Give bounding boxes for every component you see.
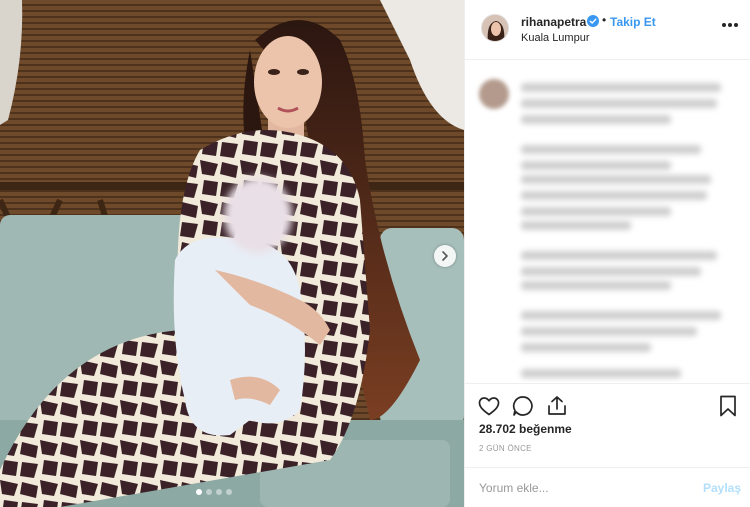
post-photo-image xyxy=(0,0,464,507)
blurred-commenter-avatar xyxy=(479,79,509,109)
carousel-dot xyxy=(206,489,212,495)
post-timestamp[interactable]: 2 GÜN ÖNCE xyxy=(479,444,532,453)
carousel-dot xyxy=(216,489,222,495)
post-comment-button[interactable]: Paylaş xyxy=(703,481,741,495)
blurred-text-line xyxy=(521,369,681,378)
blurred-text-line xyxy=(521,281,671,290)
likes-count[interactable]: 28.702 beğenme xyxy=(479,422,572,436)
carousel-next-button[interactable] xyxy=(434,245,456,267)
avatar-image xyxy=(482,15,508,41)
blurred-text-line xyxy=(521,115,671,124)
blurred-text-line xyxy=(521,221,631,230)
more-options-icon[interactable] xyxy=(722,22,738,28)
follow-button[interactable]: Takip Et xyxy=(610,15,656,29)
blurred-text-line xyxy=(521,267,701,276)
blurred-text-line xyxy=(521,83,721,92)
chevron-right-icon xyxy=(442,251,448,261)
comment-icon[interactable] xyxy=(511,394,535,418)
post-side-panel: rihanapetra • Takip Et Kuala Lumpur 28.7… xyxy=(464,0,750,507)
avatar[interactable] xyxy=(481,14,509,42)
verified-badge-icon xyxy=(587,15,599,27)
carousel-dots xyxy=(196,489,232,495)
location-link[interactable]: Kuala Lumpur xyxy=(521,32,590,44)
comment-bar: Paylaş xyxy=(465,467,750,507)
blurred-text-line xyxy=(521,99,717,108)
blurred-text-line xyxy=(521,175,711,184)
bookmark-icon[interactable] xyxy=(716,394,740,418)
blurred-text-line xyxy=(521,343,651,352)
comment-input[interactable] xyxy=(479,478,679,498)
blurred-text-line xyxy=(521,251,717,260)
blurred-text-line xyxy=(521,327,697,336)
blurred-text-line xyxy=(521,207,671,216)
carousel-dot xyxy=(196,489,202,495)
post-photo[interactable] xyxy=(0,0,464,507)
caption-comments-area xyxy=(465,61,750,382)
blurred-text-line xyxy=(521,191,707,200)
header-separator: • xyxy=(602,13,607,27)
heart-icon[interactable] xyxy=(477,394,501,418)
blurred-text-line xyxy=(521,145,701,154)
blurred-text-line xyxy=(521,311,721,320)
username[interactable]: rihanapetra xyxy=(521,15,586,29)
blurred-text-line xyxy=(521,161,671,170)
post-header: rihanapetra • Takip Et Kuala Lumpur xyxy=(465,0,750,60)
share-icon[interactable] xyxy=(545,394,569,418)
carousel-dot xyxy=(226,489,232,495)
